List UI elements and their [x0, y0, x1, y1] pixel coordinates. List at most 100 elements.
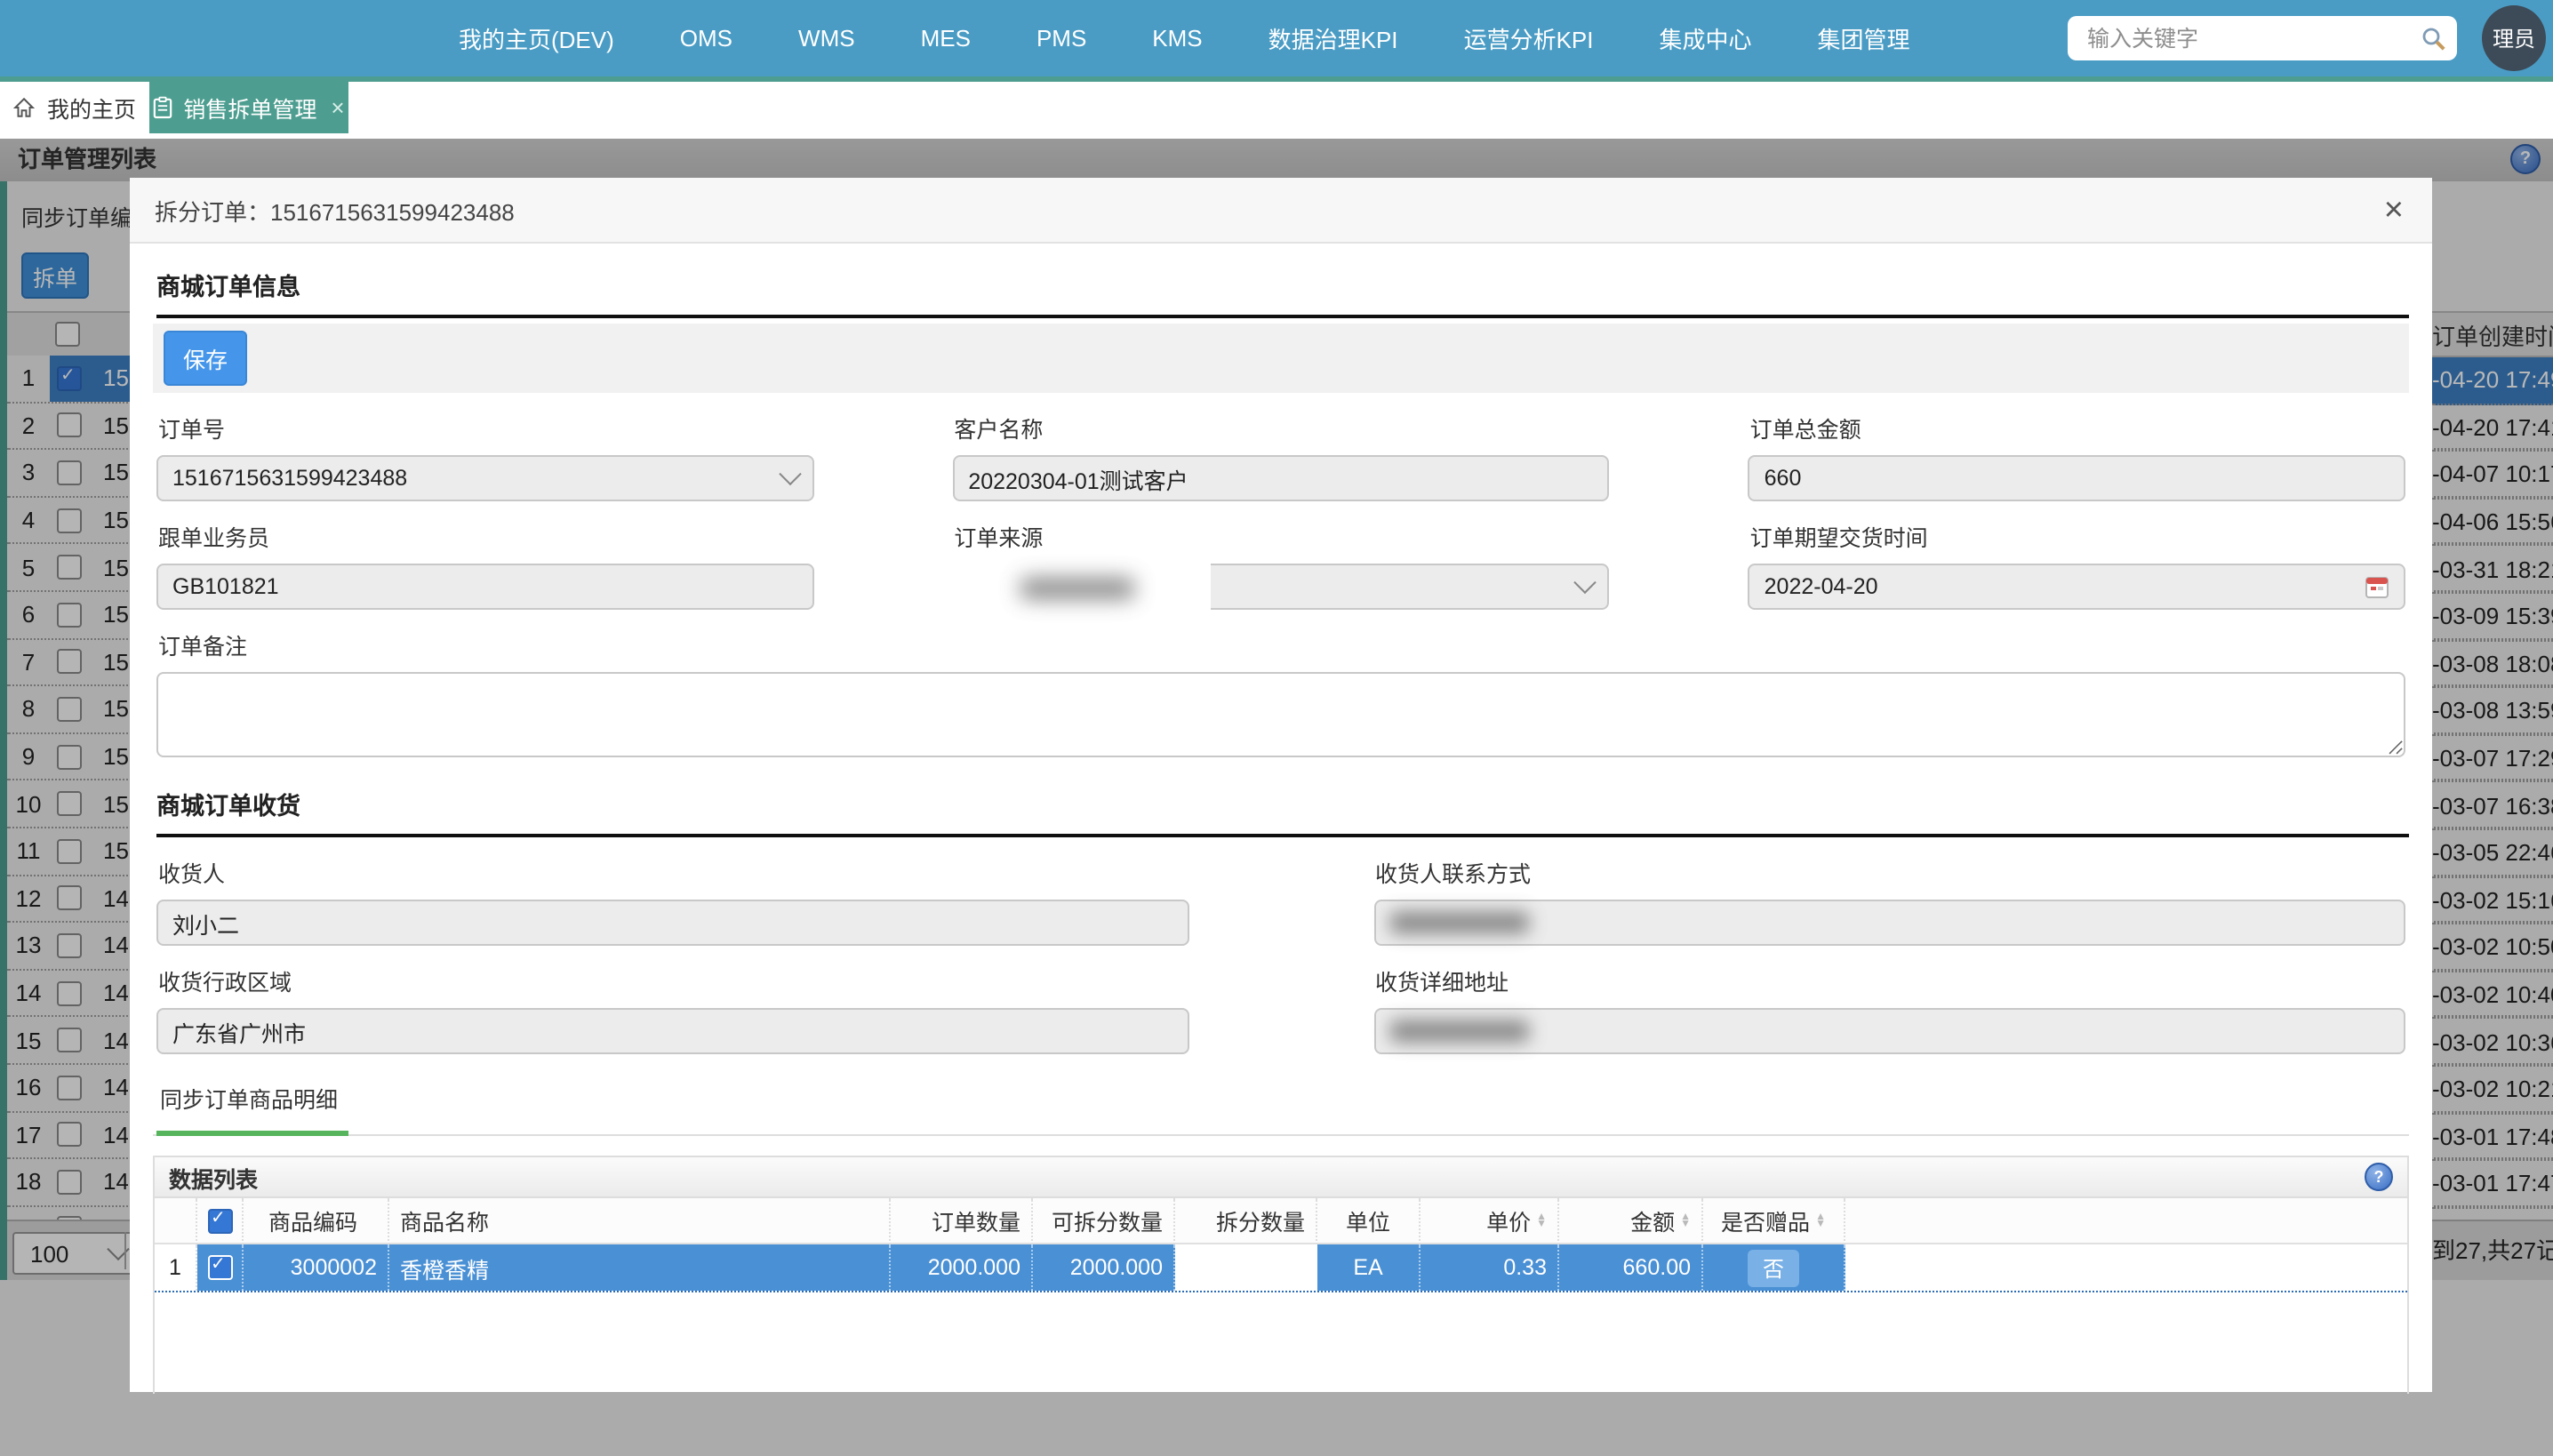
address-label: 收货详细地址 [1375, 964, 2405, 997]
row-index: 1 [155, 1244, 197, 1291]
search-icon[interactable] [2421, 26, 2446, 51]
modal-body: 商城订单信息 保存 订单号 1516715631599423488 客户名称 2… [130, 244, 2432, 1394]
cell-unit: EA [1317, 1244, 1421, 1291]
address-field [1373, 1008, 2405, 1054]
order-no-value: 1516715631599423488 [172, 466, 407, 491]
delivery-date-field[interactable]: 2022-04-20 [1749, 564, 2405, 610]
tab-home[interactable]: 我的主页 [0, 82, 149, 133]
avatar[interactable]: 理员 [2482, 5, 2546, 71]
header-code[interactable]: 商品编码 [244, 1198, 389, 1244]
header-checkbox-cell[interactable] [197, 1198, 244, 1244]
header-splittable[interactable]: 可拆分数量 [1033, 1198, 1175, 1244]
modal-toolbar: 保存 [153, 324, 2409, 393]
header-rownum [155, 1198, 197, 1244]
order-no-label: 订单号 [158, 411, 813, 444]
salesman-field: GB101821 [156, 564, 813, 610]
row-filler [1845, 1244, 2407, 1291]
modal-title: 拆分订单：1516715631599423488 [155, 193, 515, 227]
cell-code: 3000002 [244, 1244, 389, 1291]
header-unit[interactable]: 单位 [1317, 1198, 1421, 1244]
tab-strip: 我的主页 销售拆单管理 × [0, 76, 2553, 139]
app-root: 我的主页(DEV) OMS WMS MES PMS KMS 数据治理KPI 运营… [0, 0, 2553, 1456]
remark-label: 订单备注 [158, 628, 2405, 661]
header-amount[interactable]: 金额 ▲▼ [1559, 1198, 1703, 1244]
global-search[interactable] [2068, 16, 2457, 60]
nav-item[interactable]: 运营分析KPI [1464, 21, 1594, 55]
nav-item[interactable]: KMS [1152, 25, 1202, 52]
calendar-icon[interactable] [2365, 574, 2389, 599]
delivery-date-value: 2022-04-20 [1765, 574, 1878, 599]
section-order-info: 商城订单信息 [156, 267, 2409, 318]
select-all-checkbox[interactable] [207, 1208, 232, 1233]
split-qty-input[interactable] [1175, 1244, 1316, 1291]
detail-tab-row: 同步订单商品明细 [153, 1081, 2409, 1136]
save-button[interactable]: 保存 [164, 331, 247, 386]
nav-item[interactable]: 我的主页(DEV) [459, 21, 614, 55]
delivery-date-label: 订单期望交货时间 [1750, 519, 2405, 553]
row-checkbox[interactable] [207, 1255, 232, 1280]
contact-label: 收货人联系方式 [1375, 855, 2405, 889]
panel-help-icon[interactable]: ? [2365, 1163, 2393, 1191]
split-order-modal: 拆分订单：1516715631599423488 × 商城订单信息 保存 订单号… [130, 178, 2432, 1392]
total-amount-value: 660 [1765, 466, 1802, 491]
cell-splittable: 2000.000 [1033, 1244, 1175, 1291]
nav-item[interactable]: PMS [1036, 25, 1086, 52]
search-input[interactable] [2084, 24, 2421, 52]
data-list-header: 数据列表 ? [155, 1157, 2407, 1198]
order-source-label: 订单来源 [954, 519, 1609, 553]
tab-close-icon[interactable]: × [331, 94, 344, 121]
salesman-value: GB101821 [172, 574, 279, 599]
cell-name: 香橙香精 [389, 1244, 891, 1291]
close-icon[interactable]: × [2384, 193, 2404, 227]
receiver-value: 刘小二 [172, 906, 239, 940]
region-field: 广东省广州市 [156, 1008, 1188, 1054]
total-amount-label: 订单总金额 [1750, 411, 2405, 444]
grid-header-row: 商品编码 商品名称 订单数量 可拆分数量 拆分数量 单位 单价 ▲▼ 金额 ▲▼ [155, 1198, 2407, 1244]
order-source-select[interactable] [952, 564, 1609, 610]
remark-textarea[interactable] [156, 672, 2405, 757]
nav-item[interactable]: 数据治理KPI [1268, 21, 1398, 55]
header-qty[interactable]: 订单数量 [891, 1198, 1033, 1244]
data-list-title: 数据列表 [169, 1160, 258, 1194]
tab-sales-split[interactable]: 销售拆单管理 × [149, 82, 348, 133]
nav-item[interactable]: 集团管理 [1818, 21, 1910, 55]
section-receiving: 商城订单收货 [156, 786, 2409, 837]
receiver-label: 收货人 [158, 855, 1188, 889]
modal-header: 拆分订单：1516715631599423488 × [130, 178, 2432, 244]
redacted-blur [1389, 912, 1528, 933]
grid-data-row[interactable]: 1 3000002 香橙香精 2000.000 2000.000 EA 0.33… [155, 1244, 2407, 1292]
header-gift[interactable]: 是否赠品 ▲▼ [1703, 1198, 1845, 1244]
receiver-field: 刘小二 [156, 900, 1188, 946]
chevron-down-icon [779, 462, 801, 484]
data-list-panel: 数据列表 ? 商品编码 商品名称 订单数量 可拆分数量 拆分数量 单位 [153, 1156, 2409, 1394]
sort-icon: ▲▼ [1536, 1213, 1547, 1228]
customer-label: 客户名称 [954, 411, 1609, 444]
cell-split-input-wrap[interactable] [1175, 1244, 1317, 1291]
tab-sync-order-detail[interactable]: 同步订单商品明细 [156, 1081, 348, 1136]
nav-item[interactable]: MES [921, 25, 971, 52]
customer-field: 20220304-01测试客户 [952, 455, 1609, 501]
order-no-select[interactable]: 1516715631599423488 [156, 455, 813, 501]
top-nav: 我的主页(DEV) OMS WMS MES PMS KMS 数据治理KPI 运营… [0, 0, 2553, 76]
document-icon [153, 96, 172, 119]
header-amount-label: 金额 [1630, 1204, 1675, 1237]
cell-price: 0.33 [1421, 1244, 1559, 1291]
header-price-label: 单价 [1486, 1204, 1531, 1237]
nav-item[interactable]: WMS [798, 25, 855, 52]
redacted-blur [1389, 1020, 1528, 1042]
region-label: 收货行政区域 [158, 964, 1188, 997]
detail-grid: 商品编码 商品名称 订单数量 可拆分数量 拆分数量 单位 单价 ▲▼ 金额 ▲▼ [155, 1198, 2407, 1292]
home-icon [13, 96, 36, 119]
header-gift-label: 是否赠品 [1721, 1204, 1810, 1237]
row-checkbox-cell[interactable] [197, 1244, 244, 1291]
nav-item[interactable]: 集成中心 [1660, 21, 1752, 55]
header-split[interactable]: 拆分数量 [1175, 1198, 1317, 1244]
customer-value: 20220304-01测试客户 [968, 461, 1188, 495]
nav-items: 我的主页(DEV) OMS WMS MES PMS KMS 数据治理KPI 运营… [459, 21, 1910, 55]
header-filler [1845, 1198, 2407, 1244]
cell-gift: 否 [1703, 1244, 1845, 1291]
header-name[interactable]: 商品名称 [389, 1198, 891, 1244]
header-price[interactable]: 单价 ▲▼ [1421, 1198, 1559, 1244]
nav-item[interactable]: OMS [680, 25, 732, 52]
cell-qty: 2000.000 [891, 1244, 1033, 1291]
